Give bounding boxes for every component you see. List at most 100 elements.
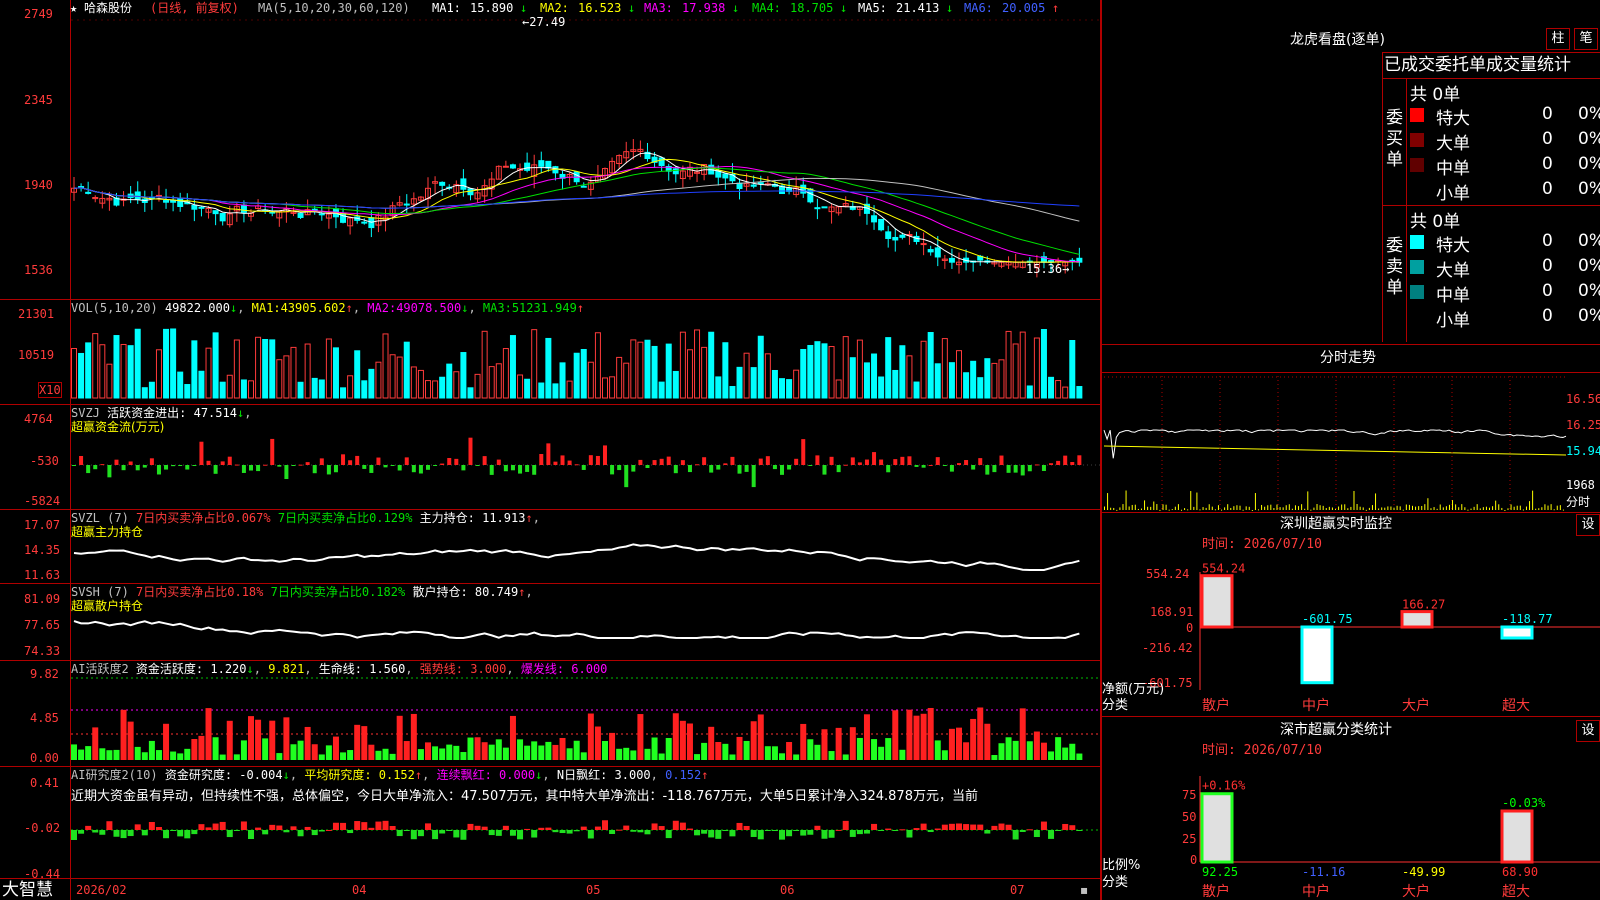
research-bar <box>113 830 120 837</box>
intraday-volume-bar <box>1131 504 1133 510</box>
monitor-category: 大户 <box>1402 698 1430 714</box>
svsh-label: 81.09 <box>24 592 61 606</box>
volume-bar <box>651 345 658 399</box>
intraday-volume-bar <box>1562 509 1564 511</box>
activity-bar <box>134 746 141 760</box>
activity-bar <box>545 741 552 760</box>
classify-bar-chart: +0.16% 92.25 -11.16 -49.99 -0.03% 68.90 <box>1199 776 1600 879</box>
avg-price-line <box>1103 445 1567 456</box>
research-bar <box>177 830 184 837</box>
candle <box>212 210 219 215</box>
tab-filled[interactable]: 已成交 <box>1384 55 1435 75</box>
classify-settings-button[interactable]: 设 <box>1576 720 1600 742</box>
intraday-volume-bar <box>1288 504 1290 510</box>
bar-view-button[interactable]: 柱 <box>1546 28 1570 50</box>
intraday-volume-bar <box>1381 507 1383 510</box>
research-bar <box>226 830 233 838</box>
research-bar <box>679 822 686 830</box>
star-icon[interactable]: ★ <box>70 0 77 16</box>
research-bar <box>205 827 212 830</box>
flow-bar <box>957 463 961 465</box>
volume-bar <box>1026 385 1033 399</box>
lock-icon[interactable]: ▪ <box>1080 882 1088 898</box>
brand-logo[interactable]: 大智慧 <box>2 880 53 900</box>
flow-bar <box>319 458 324 465</box>
activity-bar <box>701 742 708 760</box>
volume-bar <box>290 346 297 399</box>
activity-bar <box>736 736 743 760</box>
intraday-volume-bar <box>1153 501 1155 510</box>
flow-bar <box>765 456 770 465</box>
activity-bar <box>460 752 467 760</box>
flow-bar <box>631 465 636 472</box>
intraday-volume-bar <box>1375 493 1377 510</box>
flow-bar <box>744 465 749 472</box>
flow-bar <box>418 465 423 474</box>
activity-bar <box>340 752 347 760</box>
research-chart <box>71 820 1100 840</box>
volume-bar <box>1040 329 1047 399</box>
intraday-volume-bar <box>1144 500 1146 510</box>
volume-bar <box>177 371 184 399</box>
intraday-volume-bar <box>1221 509 1223 511</box>
research-bar <box>474 825 481 830</box>
research-bar <box>821 830 828 839</box>
research-bar <box>863 830 870 834</box>
volume-bar <box>1062 386 1069 399</box>
classify-time: 时间: 2026/07/10 <box>1202 743 1322 758</box>
flow-bar <box>525 465 530 472</box>
chart-canvas[interactable]: 554.24 -601.75 166.27 -118.77 +0.16% 92.25 -1… <box>0 0 1600 900</box>
research-bar <box>495 830 502 836</box>
intraday-volume-bar <box>1387 506 1389 510</box>
tick-view-button[interactable]: 笔 <box>1574 28 1598 50</box>
sell-s-pct: 0% <box>1578 306 1600 326</box>
volume-bar <box>899 345 906 399</box>
intraday-volume-bar <box>1393 507 1395 510</box>
tab-orders[interactable]: 委托单 <box>1435 55 1486 75</box>
tab-volume-stats[interactable]: 成交量统计 <box>1486 55 1571 75</box>
volume-bar <box>729 386 736 399</box>
flow-bar <box>1013 465 1018 473</box>
intraday-volume-bar <box>1408 504 1410 510</box>
research-bar <box>403 830 410 831</box>
ai1-label: 0.00 <box>30 751 59 765</box>
flow-bar <box>716 465 721 470</box>
research-bar <box>389 826 396 830</box>
svzj-label: -530 <box>30 454 59 468</box>
intraday-volume-bar <box>1134 504 1136 510</box>
monitor-settings-button[interactable]: 设 <box>1576 514 1600 536</box>
flow-bar <box>758 458 763 465</box>
period-label[interactable]: (日线, 前复权) <box>150 0 239 16</box>
activity-bar <box>332 736 339 760</box>
research-bar <box>425 823 431 830</box>
intraday-volume-bar <box>1245 506 1247 510</box>
flow-bar <box>79 455 84 465</box>
volume-bar <box>509 335 516 399</box>
intraday-volume-bar <box>1202 507 1204 510</box>
flow-bar <box>1056 460 1061 465</box>
activity-bar <box>354 724 361 760</box>
monitor-xlabel: 分类 <box>1102 698 1129 713</box>
flow-bar <box>249 465 253 471</box>
research-bar <box>970 824 977 830</box>
volume-bar <box>630 339 637 399</box>
volume-bar <box>573 352 580 399</box>
ma3-value: 17.938 <box>682 1 726 15</box>
ma4-arrow: ↓ <box>840 1 848 15</box>
volume-chart <box>71 328 1083 399</box>
monitor-ylabel: 净额(万元) <box>1102 682 1165 697</box>
flow-bar <box>539 454 544 465</box>
intraday-volume-bar <box>1140 508 1142 510</box>
flow-bar <box>843 464 848 466</box>
flow-bar <box>135 465 140 471</box>
ma2-value: 16.523 <box>578 1 622 15</box>
activity-bar <box>1033 731 1040 760</box>
volume-bar <box>587 361 594 399</box>
flow-bar <box>872 452 877 465</box>
activity-bar <box>1069 743 1076 760</box>
intraday-volume-bar <box>1119 507 1121 510</box>
ma6-arrow: ↑ <box>1052 1 1060 15</box>
intraday-volume-bar <box>1485 506 1487 510</box>
flow-bar <box>532 465 537 475</box>
candle <box>878 218 885 231</box>
